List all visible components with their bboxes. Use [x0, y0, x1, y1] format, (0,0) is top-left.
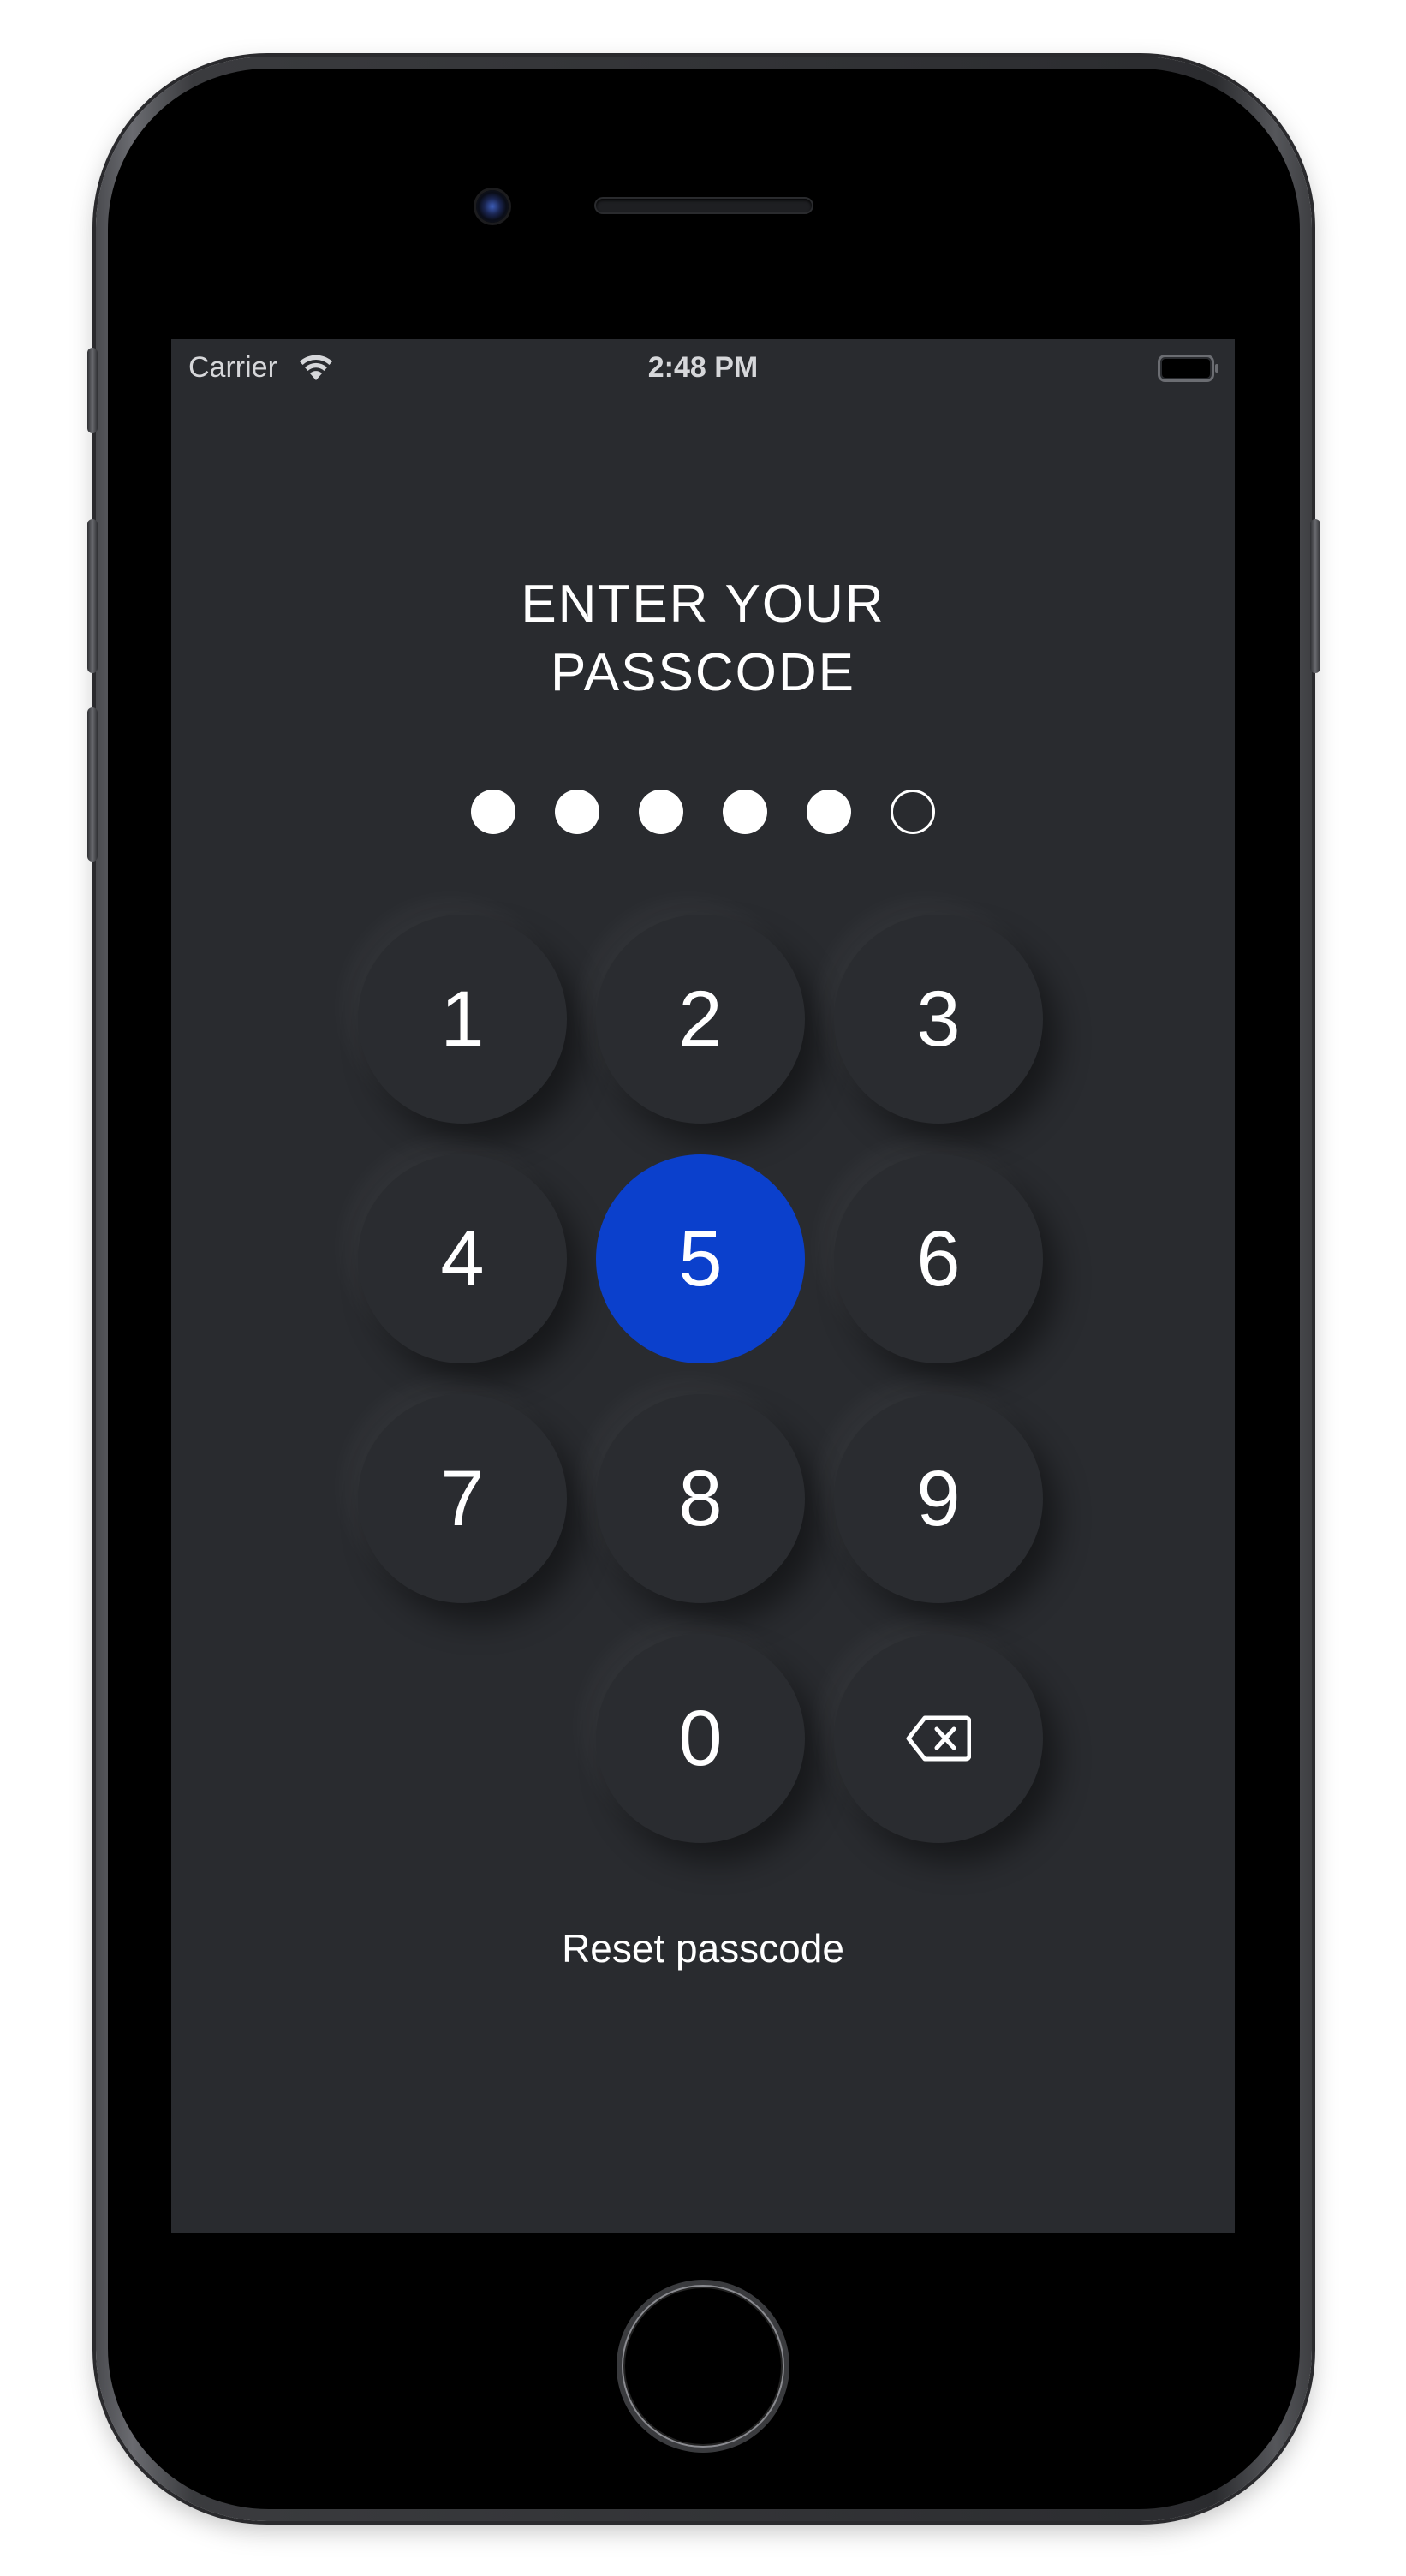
key-1-label: 1	[440, 975, 485, 1063]
backspace-icon	[906, 1715, 971, 1762]
passcode-title: ENTER YOUR PASSCODE	[171, 570, 1235, 707]
key-7[interactable]: 7	[358, 1394, 567, 1603]
title-line-1: ENTER YOUR	[521, 575, 885, 634]
power-button	[1310, 519, 1320, 673]
key-3[interactable]: 3	[834, 915, 1043, 1124]
passcode-dot-empty	[891, 790, 935, 834]
key-1[interactable]: 1	[358, 915, 567, 1124]
key-6[interactable]: 6	[834, 1154, 1043, 1363]
passcode-dot-filled	[807, 790, 851, 834]
key-9[interactable]: 9	[834, 1394, 1043, 1603]
passcode-dot-filled	[555, 790, 599, 834]
status-bar: Carrier 2:48 PM	[171, 339, 1235, 399]
passcode-dot-filled	[639, 790, 683, 834]
home-button[interactable]	[622, 2285, 784, 2448]
earpiece-speaker	[596, 199, 812, 212]
volume-down-button	[87, 707, 98, 862]
volume-up-button	[87, 519, 98, 673]
key-3-label: 3	[916, 975, 961, 1063]
key-8-label: 8	[678, 1454, 723, 1542]
reset-passcode-link[interactable]: Reset passcode	[171, 1925, 1235, 1971]
key-6-label: 6	[916, 1214, 961, 1303]
status-time: 2:48 PM	[647, 351, 759, 384]
key-9-label: 9	[916, 1454, 961, 1542]
key-2-label: 2	[678, 975, 723, 1063]
front-camera	[476, 190, 509, 223]
key-8[interactable]: 8	[596, 1394, 805, 1603]
passcode-dots	[171, 790, 1235, 838]
key-0[interactable]: 0	[596, 1634, 805, 1843]
key-5-label: 5	[678, 1214, 723, 1303]
key-5[interactable]: 5	[596, 1154, 805, 1363]
passcode-dot-filled	[471, 790, 515, 834]
passcode-dot-filled	[723, 790, 767, 834]
delete-button[interactable]	[834, 1634, 1043, 1843]
key-0-label: 0	[678, 1694, 723, 1782]
key-4[interactable]: 4	[358, 1154, 567, 1363]
keypad: 1 2 3 4 5 6 7 8 9 0	[358, 915, 1043, 1848]
battery-icon	[1158, 355, 1218, 382]
key-2[interactable]: 2	[596, 915, 805, 1124]
screen: Carrier 2:48 PM ENTER YOUR PASSCODE 1 2 …	[171, 339, 1235, 2233]
key-7-label: 7	[440, 1454, 485, 1542]
mute-switch	[87, 348, 98, 433]
key-4-label: 4	[440, 1214, 485, 1303]
title-line-2: PASSCODE	[551, 643, 855, 702]
